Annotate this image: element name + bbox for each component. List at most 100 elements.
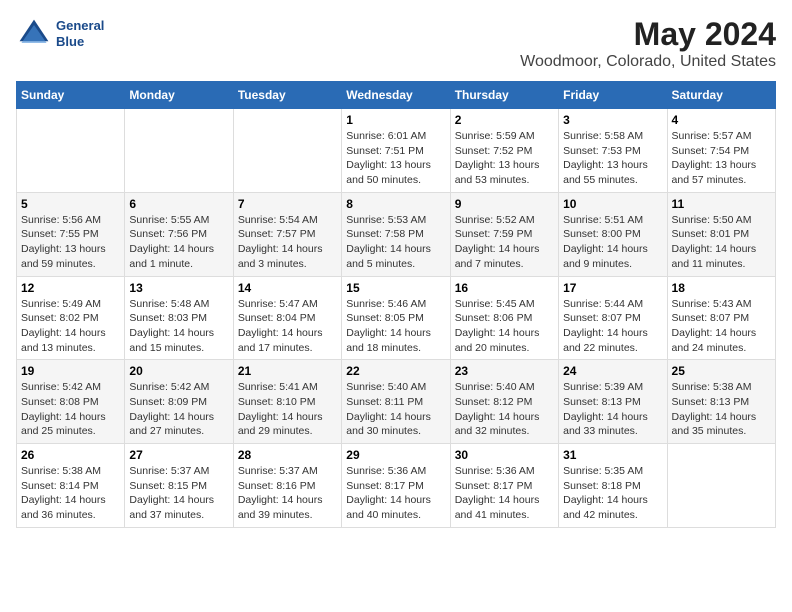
week-row-4: 19 Sunrise: 5:42 AMSunset: 8:08 PMDayligh…: [17, 360, 776, 444]
calendar-cell: [667, 444, 775, 528]
calendar-cell: 20 Sunrise: 5:42 AMSunset: 8:09 PMDayligh…: [125, 360, 233, 444]
calendar-cell: 1Sunrise: 6:01 AMSunset: 7:51 PMDaylight…: [342, 109, 450, 193]
calendar-cell: 21Sunrise: 5:41 AMSunset: 8:10 PMDayligh…: [233, 360, 341, 444]
calendar-cell: [233, 109, 341, 193]
calendar-cell: 14 Sunrise: 5:47 AMSunset: 8:04 PMDayligh…: [233, 276, 341, 360]
day-info: Sunrise: 5:43 AMSunset: 8:07 PMDaylight:…: [672, 297, 771, 356]
calendar-cell: 17Sunrise: 5:44 AMSunset: 8:07 PMDayligh…: [559, 276, 667, 360]
logo-icon: [16, 16, 52, 52]
calendar-body: 1Sunrise: 6:01 AMSunset: 7:51 PMDaylight…: [17, 109, 776, 528]
day-info: Sunrise: 5:37 AMSunset: 8:16 PMDaylight:…: [238, 464, 337, 523]
column-header-monday: Monday: [125, 82, 233, 109]
calendar-cell: 18 Sunrise: 5:43 AMSunset: 8:07 PMDayligh…: [667, 276, 775, 360]
column-header-thursday: Thursday: [450, 82, 558, 109]
day-number: 18: [672, 281, 771, 295]
day-number: 19: [21, 364, 120, 378]
day-number: 12: [21, 281, 120, 295]
day-info: Sunrise: 5:50 AMSunset: 8:01 PMDaylight:…: [672, 213, 771, 272]
day-info: Sunrise: 5:36 AMSunset: 8:17 PMDaylight:…: [346, 464, 445, 523]
day-info: Sunrise: 5:48 AMSunset: 8:03 PMDaylight:…: [129, 297, 228, 356]
day-info: Sunrise: 5:55 AMSunset: 7:56 PMDaylight:…: [129, 213, 228, 272]
day-info: Sunrise: 5:38 AMSunset: 8:13 PMDaylight:…: [672, 380, 771, 439]
day-info: Sunrise: 5:40 AMSunset: 8:12 PMDaylight:…: [455, 380, 554, 439]
day-info: Sunrise: 5:56 AMSunset: 7:55 PMDaylight:…: [21, 213, 120, 272]
day-number: 14: [238, 281, 337, 295]
day-number: 24: [563, 364, 662, 378]
week-row-1: 1Sunrise: 6:01 AMSunset: 7:51 PMDaylight…: [17, 109, 776, 193]
logo-line1: General: [56, 18, 104, 34]
calendar-cell: 6Sunrise: 5:55 AMSunset: 7:56 PMDaylight…: [125, 192, 233, 276]
day-number: 8: [346, 197, 445, 211]
calendar-cell: 29Sunrise: 5:36 AMSunset: 8:17 PMDayligh…: [342, 444, 450, 528]
calendar-cell: 10 Sunrise: 5:51 AMSunset: 8:00 PMDayligh…: [559, 192, 667, 276]
calendar-cell: 5 Sunrise: 5:56 AMSunset: 7:55 PMDaylight…: [17, 192, 125, 276]
day-info: Sunrise: 5:35 AMSunset: 8:18 PMDaylight:…: [563, 464, 662, 523]
day-info: Sunrise: 5:59 AMSunset: 7:52 PMDaylight:…: [455, 129, 554, 188]
day-number: 17: [563, 281, 662, 295]
day-number: 30: [455, 448, 554, 462]
week-row-2: 5 Sunrise: 5:56 AMSunset: 7:55 PMDaylight…: [17, 192, 776, 276]
day-number: 23: [455, 364, 554, 378]
calendar-cell: 2Sunrise: 5:59 AMSunset: 7:52 PMDaylight…: [450, 109, 558, 193]
calendar-cell: 12 Sunrise: 5:49 AMSunset: 8:02 PMDayligh…: [17, 276, 125, 360]
day-number: 1: [346, 113, 445, 127]
day-info: Sunrise: 5:36 AMSunset: 8:17 PMDaylight:…: [455, 464, 554, 523]
calendar-subtitle: Woodmoor, Colorado, United States: [520, 53, 776, 71]
day-info: Sunrise: 5:47 AMSunset: 8:04 PMDaylight:…: [238, 297, 337, 356]
calendar-cell: 8 Sunrise: 5:53 AMSunset: 7:58 PMDaylight…: [342, 192, 450, 276]
day-info: Sunrise: 5:39 AMSunset: 8:13 PMDaylight:…: [563, 380, 662, 439]
day-number: 10: [563, 197, 662, 211]
day-info: Sunrise: 5:57 AMSunset: 7:54 PMDaylight:…: [672, 129, 771, 188]
day-info: Sunrise: 5:53 AMSunset: 7:58 PMDaylight:…: [346, 213, 445, 272]
week-row-3: 12 Sunrise: 5:49 AMSunset: 8:02 PMDayligh…: [17, 276, 776, 360]
day-info: Sunrise: 5:38 AMSunset: 8:14 PMDaylight:…: [21, 464, 120, 523]
day-number: 4: [672, 113, 771, 127]
day-number: 22: [346, 364, 445, 378]
calendar-cell: [125, 109, 233, 193]
day-info: Sunrise: 5:54 AMSunset: 7:57 PMDaylight:…: [238, 213, 337, 272]
day-info: Sunrise: 5:42 AMSunset: 8:08 PMDaylight:…: [21, 380, 120, 439]
calendar-cell: 25Sunrise: 5:38 AMSunset: 8:13 PMDayligh…: [667, 360, 775, 444]
column-header-tuesday: Tuesday: [233, 82, 341, 109]
day-number: 31: [563, 448, 662, 462]
calendar-cell: 19 Sunrise: 5:42 AMSunset: 8:08 PMDayligh…: [17, 360, 125, 444]
day-info: Sunrise: 5:46 AMSunset: 8:05 PMDaylight:…: [346, 297, 445, 356]
calendar-cell: 7Sunrise: 5:54 AMSunset: 7:57 PMDaylight…: [233, 192, 341, 276]
calendar-cell: 13 Sunrise: 5:48 AMSunset: 8:03 PMDayligh…: [125, 276, 233, 360]
day-info: Sunrise: 5:41 AMSunset: 8:10 PMDaylight:…: [238, 380, 337, 439]
day-number: 9: [455, 197, 554, 211]
day-number: 13: [129, 281, 228, 295]
day-number: 20: [129, 364, 228, 378]
day-info: Sunrise: 5:51 AMSunset: 8:00 PMDaylight:…: [563, 213, 662, 272]
day-number: 5: [21, 197, 120, 211]
calendar-cell: 4 Sunrise: 5:57 AMSunset: 7:54 PMDaylight…: [667, 109, 775, 193]
day-info: Sunrise: 5:52 AMSunset: 7:59 PMDaylight:…: [455, 213, 554, 272]
calendar-cell: 24 Sunrise: 5:39 AMSunset: 8:13 PMDayligh…: [559, 360, 667, 444]
day-number: 28: [238, 448, 337, 462]
week-row-5: 26Sunrise: 5:38 AMSunset: 8:14 PMDayligh…: [17, 444, 776, 528]
column-header-sunday: Sunday: [17, 82, 125, 109]
logo: General Blue: [16, 16, 104, 52]
calendar-cell: 15 Sunrise: 5:46 AMSunset: 8:05 PMDayligh…: [342, 276, 450, 360]
day-number: 16: [455, 281, 554, 295]
calendar-cell: 31 Sunrise: 5:35 AMSunset: 8:18 PMDayligh…: [559, 444, 667, 528]
column-header-wednesday: Wednesday: [342, 82, 450, 109]
logo-text: General Blue: [56, 18, 104, 49]
day-number: 3: [563, 113, 662, 127]
calendar-cell: 30 Sunrise: 5:36 AMSunset: 8:17 PMDayligh…: [450, 444, 558, 528]
column-header-saturday: Saturday: [667, 82, 775, 109]
day-info: Sunrise: 5:49 AMSunset: 8:02 PMDaylight:…: [21, 297, 120, 356]
calendar-cell: 23 Sunrise: 5:40 AMSunset: 8:12 PMDayligh…: [450, 360, 558, 444]
day-info: Sunrise: 5:40 AMSunset: 8:11 PMDaylight:…: [346, 380, 445, 439]
calendar-cell: 28 Sunrise: 5:37 AMSunset: 8:16 PMDayligh…: [233, 444, 341, 528]
calendar-cell: 27Sunrise: 5:37 AMSunset: 8:15 PMDayligh…: [125, 444, 233, 528]
logo-line2: Blue: [56, 34, 104, 50]
calendar-cell: 16 Sunrise: 5:45 AMSunset: 8:06 PMDayligh…: [450, 276, 558, 360]
page-header: General Blue May 2024 Woodmoor, Colorado…: [16, 16, 776, 71]
title-area: May 2024 Woodmoor, Colorado, United Stat…: [520, 16, 776, 71]
calendar-cell: [17, 109, 125, 193]
day-info: Sunrise: 5:42 AMSunset: 8:09 PMDaylight:…: [129, 380, 228, 439]
day-number: 15: [346, 281, 445, 295]
day-info: Sunrise: 5:45 AMSunset: 8:06 PMDaylight:…: [455, 297, 554, 356]
calendar-cell: 11Sunrise: 5:50 AMSunset: 8:01 PMDayligh…: [667, 192, 775, 276]
